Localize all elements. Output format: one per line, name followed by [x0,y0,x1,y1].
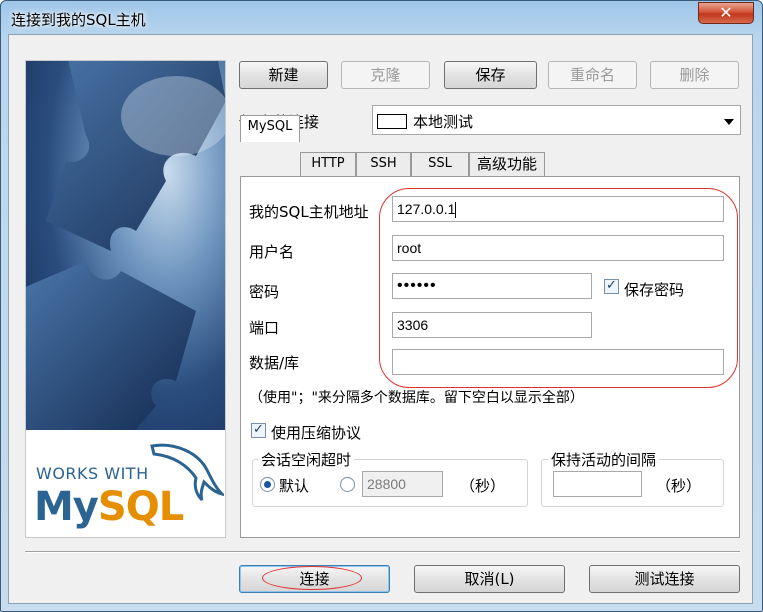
delete-button[interactable]: 删除 [650,61,739,89]
new-button[interactable]: 新建 [239,61,328,89]
tab-http[interactable]: HTTP [300,152,356,176]
idle-timeout-unit: （秒） [460,477,506,495]
save-password-checkbox[interactable]: ✓ [604,279,619,294]
close-button[interactable]: ✕ [698,2,754,24]
host-input[interactable]: 127.0.0.1 [392,196,724,222]
works-with-text: WORKS WITH [36,464,149,483]
save-password-label: 保存密码 [624,281,685,299]
puzzle-image [26,61,225,441]
compress-checkbox[interactable]: ✓ [251,423,266,438]
mysql-wordmark-my: My [34,484,99,530]
idle-timeout-title: 会话空闲超时 [258,449,355,470]
side-banner: WORKS WITH MySQL [25,60,226,538]
mysql-wordmark-sql: SQL [97,484,184,530]
clone-button[interactable]: 克隆 [341,61,430,89]
text-caret [455,202,457,219]
puzzle-pieces-graphic [26,61,225,441]
rename-button[interactable]: 重命名 [548,61,637,89]
tab-ssl[interactable]: SSL [411,152,469,176]
database-hint: （使用"；"来分隔多个数据库。留下空白以显示全部） [249,390,584,406]
keepalive-input[interactable] [553,471,642,497]
chevron-down-icon[interactable] [724,119,734,125]
port-label: 端口 [249,319,280,337]
host-label: 我的SQL主机地址 [249,203,369,221]
mysql-wordmark: MySQL [34,484,184,530]
compress-label: 使用压缩协议 [271,424,362,442]
host-input-value: 127.0.0.1 [397,201,456,217]
cancel-button[interactable]: 取消(L) [414,565,565,593]
idle-timeout-input[interactable]: 28800 [362,471,443,497]
idle-timeout-default-radio[interactable] [260,477,275,492]
save-button[interactable]: 保存 [444,61,537,89]
port-input[interactable]: 3306 [392,312,592,338]
connection-color-swatch [377,114,407,129]
title-bar[interactable]: 连接到我的SQL主机 ✕ [1,1,762,35]
password-label: 密码 [249,283,280,301]
user-input[interactable]: root [392,235,724,261]
database-label: 数据/库 [249,354,300,372]
saved-connections-select[interactable]: 本地测试 [372,105,741,135]
test-connection-button[interactable]: 测试连接 [589,565,740,593]
mysql-logo: WORKS WITH MySQL [26,430,225,537]
connect-button[interactable]: 连接 [239,565,390,593]
idle-timeout-default-label: 默认 [279,477,310,495]
keepalive-title: 保持活动的间隔 [548,449,660,470]
idle-timeout-custom-radio[interactable] [340,477,355,492]
footer-divider [25,551,740,553]
password-input[interactable]: •••••• [392,273,592,299]
tab-advanced[interactable]: 高级功能 [469,152,545,176]
keepalive-unit: （秒） [656,477,702,495]
tab-ssh[interactable]: SSH [356,152,411,176]
window-title: 连接到我的SQL主机 [11,11,146,29]
database-input[interactable] [392,349,724,375]
tab-mysql[interactable]: MySQL [240,115,300,142]
user-label: 用户名 [249,243,295,261]
saved-connections-value: 本地测试 [413,113,474,131]
